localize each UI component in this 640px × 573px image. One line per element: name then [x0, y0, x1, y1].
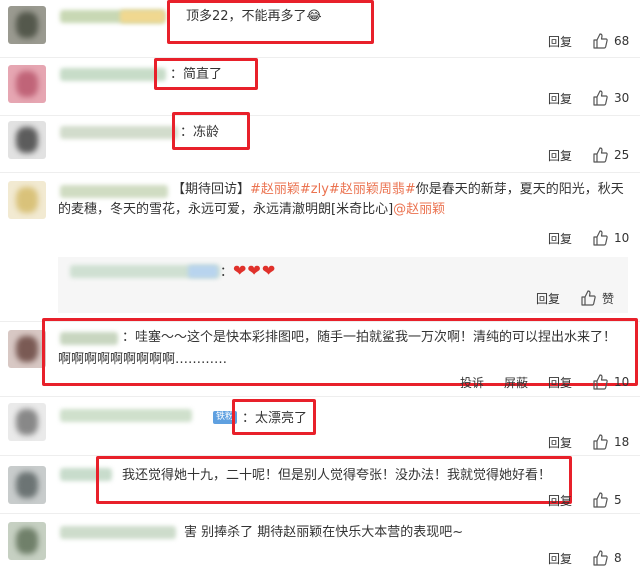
thumbs-up-icon[interactable] — [592, 492, 608, 508]
thumbs-up-icon[interactable] — [592, 550, 608, 566]
comment-8: 害 别捧杀了 期待赵丽颖在快乐大本营的表现吧~ 回复 8 — [0, 514, 640, 573]
highlight-box — [154, 58, 258, 90]
like-count: 10 — [614, 231, 630, 245]
mention-link[interactable]: @赵丽颖 — [393, 202, 445, 217]
heart-emoji-icon: ❤❤❤ — [233, 261, 277, 280]
thumbs-up-icon[interactable] — [592, 230, 608, 246]
thumbs-up-icon[interactable] — [592, 374, 608, 390]
sub-reply-text: ：❤❤❤ — [220, 261, 276, 283]
comment-5: ：哇塞～～这个是快本彩排图吧，随手一拍就鲨我一万次啊！清纯的可以捏出水来了！ 啊… — [0, 318, 640, 392]
reply-button[interactable]: 回复 — [548, 147, 572, 164]
comment-text: 【期待回访】#赵丽颖#zly#赵丽颖周翡#你是春天的新芽，夏天的阳光，秋天的麦穗… — [58, 180, 630, 220]
comment-actions: 回复 18 — [548, 432, 632, 452]
like-count: 10 — [614, 375, 630, 389]
avatar[interactable] — [8, 330, 46, 368]
comment-3: ：冻龄 回复 25 — [0, 112, 640, 172]
username[interactable] — [60, 68, 166, 81]
avatar[interactable] — [8, 181, 46, 219]
reply-button[interactable]: 回复 — [548, 33, 572, 50]
comment-prefix: 【期待回访】 — [172, 182, 251, 197]
thumbs-up-icon[interactable] — [592, 33, 608, 49]
comment-text: 害 别捧杀了 期待赵丽颖在快乐大本营的表现吧~ — [184, 525, 464, 540]
comment-actions: 回复 30 — [548, 88, 632, 108]
comment-actions: 回复 68 — [548, 31, 632, 51]
comment-4: 【期待回访】#赵丽颖#zly#赵丽颖周翡#你是春天的新芽，夏天的阳光，秋天的麦穗… — [0, 173, 640, 321]
highlight-box — [96, 456, 572, 504]
reply-button[interactable]: 回复 — [548, 550, 572, 567]
like-count: 68 — [614, 34, 630, 48]
highlight-box — [172, 112, 250, 150]
like-label[interactable]: 赞 — [602, 290, 620, 307]
username[interactable] — [60, 126, 178, 139]
sub-reply: ：❤❤❤ 回复 赞 — [58, 257, 628, 313]
comment-6: 铁粉 ：太漂亮了 回复 18 — [0, 397, 640, 453]
comment-actions: 投诉 屏蔽 回复 10 — [460, 372, 632, 392]
comment-7: 我还觉得她十九，二十呢！但是别人觉得夸张！没办法！我就觉得她好看！ 回复 5 — [0, 456, 640, 512]
like-count: 30 — [614, 91, 630, 105]
reply-button[interactable]: 回复 — [548, 90, 572, 107]
thumbs-up-icon[interactable] — [592, 90, 608, 106]
avatar[interactable] — [8, 466, 46, 504]
reply-button[interactable]: 回复 — [548, 434, 572, 451]
sub-reply-actions: 回复 赞 — [536, 288, 620, 308]
avatar[interactable] — [8, 121, 46, 159]
avatar[interactable] — [8, 522, 46, 560]
reply-button[interactable]: 回复 — [548, 492, 572, 509]
comment-actions: 回复 10 — [548, 228, 632, 248]
avatar[interactable] — [8, 65, 46, 103]
comment-actions: 回复 25 — [548, 145, 632, 165]
like-count: 18 — [614, 435, 630, 449]
reply-button[interactable]: 回复 — [536, 290, 560, 307]
avatar[interactable] — [8, 403, 46, 441]
highlight-box — [232, 399, 316, 435]
comment-actions: 回复 8 — [548, 548, 632, 568]
sub-reply-colon: ： — [220, 265, 234, 280]
username[interactable] — [60, 409, 192, 422]
highlight-box — [167, 0, 374, 44]
username[interactable] — [60, 526, 176, 539]
sub-reply-username-extra — [188, 265, 218, 278]
username-extra — [120, 10, 165, 23]
reply-button[interactable]: 回复 — [548, 374, 572, 391]
like-count: 25 — [614, 148, 630, 162]
like-count: 5 — [614, 493, 622, 507]
comment-1: 顶多22，不能再多了😂 回复 68 — [0, 0, 640, 56]
topic-tags[interactable]: #赵丽颖#zly#赵丽颖周翡# — [250, 182, 416, 197]
thumbs-up-icon[interactable] — [592, 434, 608, 450]
like-count: 8 — [614, 551, 622, 565]
report-button[interactable]: 投诉 — [460, 374, 484, 391]
avatar[interactable] — [8, 6, 46, 44]
block-button[interactable]: 屏蔽 — [504, 374, 528, 391]
comment-2: ：简直了 回复 30 — [0, 58, 640, 114]
comment-actions: 回复 5 — [548, 490, 632, 510]
reply-button[interactable]: 回复 — [548, 230, 572, 247]
thumbs-up-icon[interactable] — [592, 147, 608, 163]
thumbs-up-icon[interactable] — [580, 290, 596, 306]
